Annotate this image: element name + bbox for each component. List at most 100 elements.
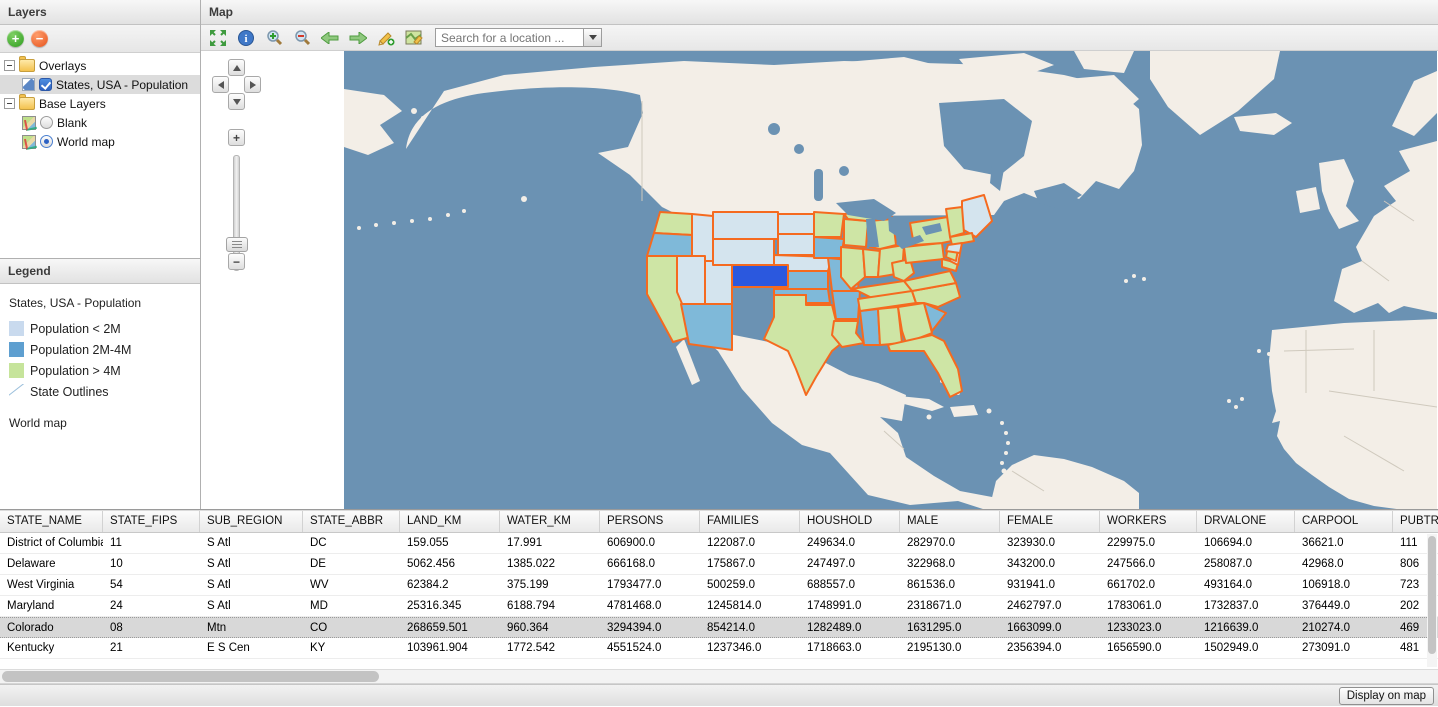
table-cell: CO	[303, 618, 400, 637]
pan-left-button[interactable]	[212, 76, 229, 93]
table-row[interactable]: West Virginia54S AtlWV62384.2375.1991793…	[0, 575, 1438, 596]
table-cell: 3294394.0	[600, 618, 700, 637]
table-cell: 854214.0	[700, 618, 800, 637]
column-header-carpool[interactable]: CARPOOL	[1295, 511, 1393, 532]
zoom-in-step-button[interactable]: +	[228, 129, 245, 146]
state-colorado-selected[interactable]	[732, 265, 788, 287]
world-map[interactable]	[344, 51, 1437, 509]
table-cell: 4551524.0	[600, 638, 700, 658]
grid-viewport: STATE_NAMESTATE_FIPSSUB_REGIONSTATE_ABBR…	[0, 510, 1438, 659]
table-row[interactable]: Maryland24S AtlMD25316.3456188.794478146…	[0, 596, 1438, 617]
search-dropdown-trigger[interactable]	[583, 28, 602, 47]
pencil-add-icon	[378, 29, 395, 46]
zoom-max-extent-button[interactable]	[207, 27, 229, 49]
column-header-state_abbr[interactable]: STATE_ABBR	[303, 511, 400, 532]
table-cell: 103961.904	[400, 638, 500, 658]
table-row[interactable]: District of Columbia11S AtlDC159.05517.9…	[0, 533, 1438, 554]
map-panel: Map i	[201, 0, 1438, 509]
pan-down-button[interactable]	[228, 93, 245, 110]
table-cell: 661702.0	[1100, 575, 1197, 595]
table-cell: 21	[103, 638, 200, 658]
table-cell: 5062.456	[400, 554, 500, 574]
grid-horizontal-scrollbar[interactable]	[0, 669, 1438, 684]
world-map-radio[interactable]	[40, 135, 53, 148]
collapse-icon[interactable]	[4, 60, 15, 71]
table-cell: 268659.501	[400, 618, 500, 637]
table-cell: 1783061.0	[1100, 596, 1197, 616]
add-layer-button[interactable]: +	[7, 30, 24, 47]
table-cell: 36621.0	[1295, 533, 1393, 553]
legend-panel-header: Legend	[0, 259, 200, 284]
blank-layer-radio[interactable]	[40, 116, 53, 129]
column-header-persons[interactable]: PERSONS	[600, 511, 700, 532]
column-header-land_km[interactable]: LAND_KM	[400, 511, 500, 532]
column-header-female[interactable]: FEMALE	[1000, 511, 1100, 532]
vector-layer-icon	[22, 78, 35, 91]
map-edit-icon	[405, 29, 423, 46]
legend-color-swatch	[9, 321, 24, 336]
zoom-out-step-button[interactable]: −	[228, 253, 245, 270]
states-layer-checkbox[interactable]	[39, 78, 52, 91]
next-extent-button[interactable]	[347, 27, 369, 49]
table-cell: 1385.022	[500, 554, 600, 574]
column-header-families[interactable]: FAMILIES	[700, 511, 800, 532]
table-cell: S Atl	[200, 533, 303, 553]
svg-text:i: i	[244, 33, 247, 45]
draw-feature-button[interactable]	[375, 27, 397, 49]
column-header-houshold[interactable]: HOUSHOLD	[800, 511, 900, 532]
legend-label: Population 2M-4M	[30, 343, 131, 357]
table-row[interactable]: Colorado08MtnCO268659.501960.3643294394.…	[0, 617, 1438, 638]
grid-horizontal-scrollbar-thumb[interactable]	[2, 671, 379, 682]
table-cell: 08	[103, 618, 200, 637]
search-input[interactable]	[435, 28, 583, 47]
column-header-state_fips[interactable]: STATE_FIPS	[103, 511, 200, 532]
column-header-sub_region[interactable]: SUB_REGION	[200, 511, 303, 532]
table-cell: 960.364	[500, 618, 600, 637]
zoom-out-icon	[294, 29, 311, 46]
table-cell: 159.055	[400, 533, 500, 553]
table-cell: 1793477.0	[600, 575, 700, 595]
pan-right-button[interactable]	[244, 76, 261, 93]
grid-vertical-scrollbar[interactable]	[1427, 534, 1437, 667]
edit-map-button[interactable]	[403, 27, 425, 49]
tree-node-states-layer[interactable]: States, USA - Population	[0, 75, 200, 94]
zoom-out-button[interactable]	[291, 27, 313, 49]
table-cell: 1748991.0	[800, 596, 900, 616]
column-header-pubtrans[interactable]: PUBTRANS	[1393, 511, 1438, 532]
column-header-water_km[interactable]: WATER_KM	[500, 511, 600, 532]
tree-node-world-map[interactable]: World map	[0, 132, 200, 151]
table-cell: 54	[103, 575, 200, 595]
table-cell: 210274.0	[1295, 618, 1393, 637]
table-cell: 273091.0	[1295, 638, 1393, 658]
table-row[interactable]: Delaware10S AtlDE5062.4561385.022666168.…	[0, 554, 1438, 575]
tree-node-base-layers[interactable]: Base Layers	[0, 94, 200, 113]
table-row[interactable]: Kentucky21E S CenKY103961.9041772.542455…	[0, 638, 1438, 659]
table-cell: 247566.0	[1100, 554, 1197, 574]
grid-vertical-scrollbar-thumb[interactable]	[1428, 536, 1436, 654]
table-cell: 229975.0	[1100, 533, 1197, 553]
column-header-drvalone[interactable]: DRVALONE	[1197, 511, 1295, 532]
remove-layer-button[interactable]: −	[31, 30, 48, 47]
map-panel-header: Map	[201, 0, 1438, 25]
table-cell: 2195130.0	[900, 638, 1000, 658]
left-sidebar: Layers + − Overlays States, USA - P	[0, 0, 201, 509]
pan-up-button[interactable]	[228, 59, 245, 76]
tree-node-overlays[interactable]: Overlays	[0, 56, 200, 75]
identify-button[interactable]: i	[235, 27, 257, 49]
table-cell: 24	[103, 596, 200, 616]
legend-base-layer-title: World map	[9, 416, 200, 430]
table-cell: 122087.0	[700, 533, 800, 553]
zoom-slider-thumb[interactable]	[226, 237, 248, 252]
map-viewport[interactable]: + −	[201, 51, 1438, 509]
previous-extent-button[interactable]	[319, 27, 341, 49]
tree-node-blank[interactable]: Blank	[0, 113, 200, 132]
column-header-state_name[interactable]: STATE_NAME	[0, 511, 103, 532]
column-header-male[interactable]: MALE	[900, 511, 1000, 532]
table-cell: 25316.345	[400, 596, 500, 616]
collapse-icon[interactable]	[4, 98, 15, 109]
layers-toolbar: + −	[0, 25, 200, 53]
column-header-workers[interactable]: WORKERS	[1100, 511, 1197, 532]
display-on-map-button[interactable]: Display on map	[1339, 687, 1434, 705]
table-cell: 1631295.0	[900, 618, 1000, 637]
zoom-in-button[interactable]	[263, 27, 285, 49]
